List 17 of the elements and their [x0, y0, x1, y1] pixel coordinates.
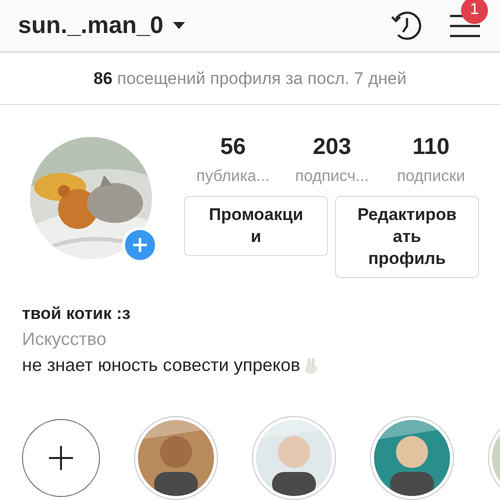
plus-icon — [132, 237, 148, 253]
profile-visits-text: 86 посещений профиля за посл. 7 дней — [93, 68, 406, 88]
stat-value[interactable]: 110 — [412, 133, 450, 160]
notification-badge: 1 — [461, 0, 488, 24]
plus-icon — [49, 446, 73, 470]
stat-value[interactable]: 56 — [220, 133, 246, 160]
new-highlight-button[interactable] — [22, 419, 100, 497]
rabbit-icon — [304, 358, 318, 374]
profile-name: твой котик :з — [22, 304, 132, 324]
stat-value[interactable]: 203 — [312, 133, 352, 160]
edit-profile-button[interactable]: Редактиров ать профиль — [335, 196, 479, 278]
history-icon[interactable] — [390, 8, 424, 42]
profile-category: Искусство — [22, 329, 108, 350]
username[interactable]: sun._.man_0 — [18, 12, 164, 40]
caret-icon[interactable] — [173, 22, 186, 29]
bio-text: не знает юность совести упреков — [22, 355, 300, 376]
promotions-button[interactable]: Промоакци и — [184, 196, 328, 256]
